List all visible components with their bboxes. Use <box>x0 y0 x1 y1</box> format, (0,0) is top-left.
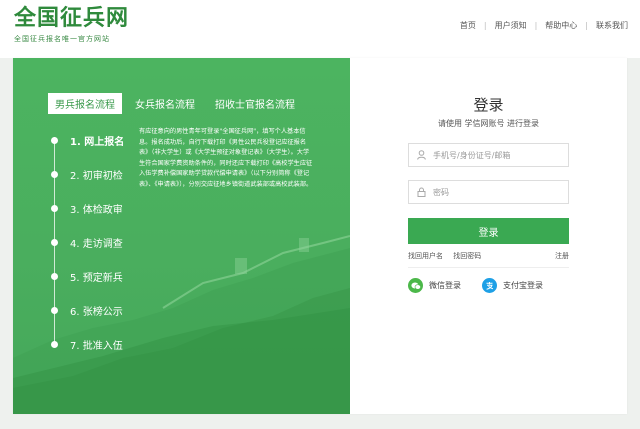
step-label: 7. 批准入伍 <box>70 341 123 352</box>
nav-help-center[interactable]: 帮助中心 <box>545 20 577 31</box>
process-panel: 男兵报名流程 女兵报名流程 招收士官报名流程 1. 网上报名 2. 初审初检 3… <box>13 58 350 414</box>
login-hint: 请使用 学信网账号 进行登录 <box>437 119 540 128</box>
step-label: 5. 预定新兵 <box>70 273 123 284</box>
wechat-login-label: 微信登录 <box>429 281 461 290</box>
step-dot <box>51 171 58 178</box>
step-label: 3. 体检政审 <box>70 205 123 216</box>
step-online-registration[interactable]: 1. 网上报名 <box>51 133 124 148</box>
nav-contact-us[interactable]: 联系我们 <box>596 20 628 31</box>
step-dot <box>51 137 58 144</box>
site-logo[interactable]: 全国征兵网 全国征兵报名唯一官方网站 <box>14 6 129 44</box>
logo-title: 全国征兵网 <box>14 6 130 31</box>
step-dot <box>51 273 58 280</box>
password-field <box>408 180 569 204</box>
step-preliminary-check[interactable]: 2. 初审初检 <box>51 167 123 182</box>
step-home-visit[interactable]: 4. 走访调查 <box>51 235 123 250</box>
find-username-link[interactable]: 找回用户名 <box>408 252 443 260</box>
login-panel: 登录 请使用 学信网账号 进行登录 登录 找回用户名 找回密码 注册 <box>350 58 627 414</box>
step-physical-exam[interactable]: 3. 体检政审 <box>51 201 123 216</box>
logo-subtitle: 全国征兵报名唯一官方网站 <box>14 35 110 43</box>
login-title: 登录 <box>473 96 504 114</box>
username-field <box>408 143 569 167</box>
site-header: 全国征兵网 全国征兵报名唯一官方网站 首页 | 用户须知 | 帮助中心 | 联系… <box>0 0 640 58</box>
step-dot <box>51 341 58 348</box>
step-label: 2. 初审初检 <box>70 171 123 182</box>
step-label: 1. 网上报名 <box>70 137 125 148</box>
nav-user-notice[interactable]: 用户须知 <box>495 20 527 31</box>
step-public-notice[interactable]: 6. 张榜公示 <box>51 303 123 318</box>
step-dot <box>51 205 58 212</box>
account-links: 找回用户名 找回密码 注册 <box>408 251 569 261</box>
tab-nco-process[interactable]: 招收士官报名流程 <box>208 93 302 114</box>
step-description: 有应征意向的男性青年可登录"全国征兵网"，填写个人基本信息。报名成功后，自行下载… <box>139 128 313 188</box>
nav-home[interactable]: 首页 <box>460 20 476 31</box>
step-dot <box>51 307 58 314</box>
step-recruit-selection[interactable]: 5. 预定新兵 <box>51 269 123 284</box>
step-enlistment-approval[interactable]: 7. 批准入伍 <box>51 337 123 352</box>
alipay-login[interactable]: 支付宝登录 <box>482 278 543 293</box>
main-card: 男兵报名流程 女兵报名流程 招收士官报名流程 1. 网上报名 2. 初审初检 3… <box>13 58 627 414</box>
alipay-login-label: 支付宝登录 <box>503 281 543 290</box>
tab-male-process[interactable]: 男兵报名流程 <box>48 93 122 114</box>
login-button[interactable]: 登录 <box>408 218 569 244</box>
process-tabs: 男兵报名流程 女兵报名流程 招收士官报名流程 <box>48 93 308 114</box>
alipay-icon <box>482 278 497 293</box>
top-nav: 首页 | 用户须知 | 帮助中心 | 联系我们 <box>460 20 628 31</box>
username-input[interactable] <box>431 149 565 161</box>
nav-separator: | <box>483 21 487 30</box>
password-input[interactable] <box>431 186 565 198</box>
step-label: 4. 走访调查 <box>70 239 123 250</box>
nav-separator: | <box>585 21 588 30</box>
step-dot <box>51 239 58 246</box>
find-password-link[interactable]: 找回密码 <box>453 252 481 260</box>
nav-separator: | <box>534 21 538 30</box>
step-label: 6. 张榜公示 <box>70 307 123 318</box>
login-divider <box>408 267 569 268</box>
wechat-icon <box>408 278 423 293</box>
lock-icon <box>415 187 427 197</box>
register-link[interactable]: 注册 <box>555 251 569 261</box>
wechat-login[interactable]: 微信登录 <box>408 278 461 293</box>
tab-female-process[interactable]: 女兵报名流程 <box>128 93 202 114</box>
user-icon <box>415 150 427 160</box>
